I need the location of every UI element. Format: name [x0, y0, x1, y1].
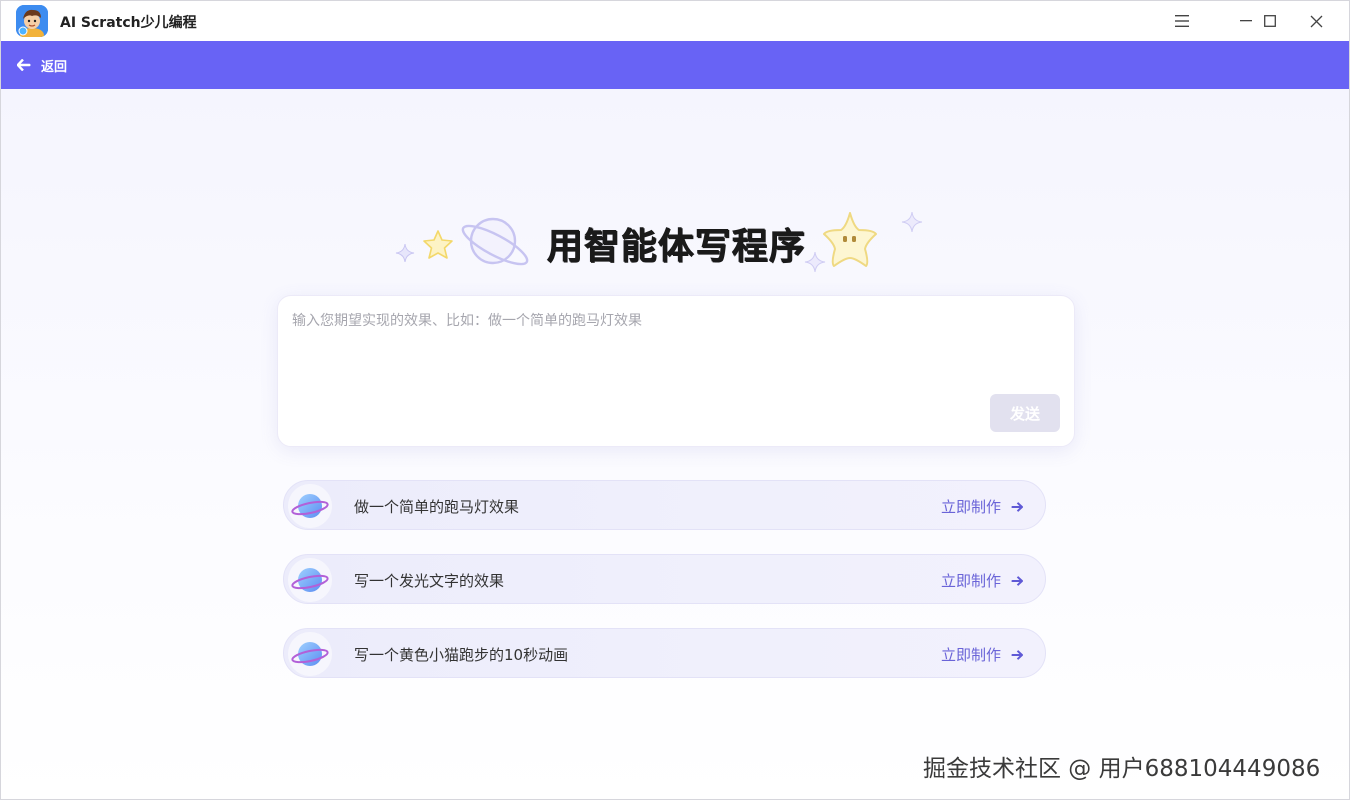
hamburger-icon [1175, 15, 1189, 27]
app-window: AI Scratch少儿编程 返回 用智能体写程序 输入您期望实现的效果、比如：… [0, 0, 1350, 800]
back-button[interactable]: 返回 [17, 55, 67, 75]
prompt-card: 发送 [277, 295, 1075, 447]
page-title: 用智能体写程序 [546, 226, 806, 267]
make-now-label: 立即制作 [940, 646, 1001, 664]
suggestion-item[interactable]: 写一个黄色小猫跑步的10秒动画 立即制作 [283, 628, 1046, 678]
prompt-input[interactable] [292, 310, 1062, 390]
arrow-right-icon [1011, 501, 1023, 512]
arrow-right-icon [1011, 575, 1023, 586]
smiling-star-icon [823, 212, 877, 267]
make-now-link[interactable]: 立即制作 [941, 570, 1023, 591]
suggestion-item[interactable]: 做一个简单的跑马灯效果 立即制作 [283, 480, 1046, 530]
close-button[interactable] [1293, 1, 1339, 41]
send-button[interactable]: 发送 [990, 394, 1060, 432]
kid-avatar-icon [16, 5, 48, 37]
main-content: 用智能体写程序 发送 [1, 89, 1349, 799]
maximize-icon [1264, 15, 1276, 27]
suggestion-label: 写一个发光文字的效果 [354, 572, 505, 590]
star-icon [423, 230, 453, 259]
suggestion-item[interactable]: 写一个发光文字的效果 立即制作 [283, 554, 1046, 604]
planet-icon [288, 484, 332, 528]
arrow-right-icon [1011, 649, 1023, 660]
sparkle-icon [901, 211, 923, 233]
close-icon [1310, 15, 1322, 27]
maximize-button[interactable] [1247, 1, 1293, 41]
title-bar: AI Scratch少儿编程 [1, 1, 1349, 41]
app-title: AI Scratch少儿编程 [60, 15, 197, 31]
suggestion-label: 做一个简单的跑马灯效果 [354, 498, 520, 516]
make-now-link[interactable]: 立即制作 [941, 496, 1023, 517]
make-now-label: 立即制作 [940, 498, 1001, 516]
planet-icon [461, 217, 529, 266]
watermark: 掘金技术社区 @ 用户688104449086 [923, 756, 1321, 782]
back-label: 返回 [41, 59, 68, 75]
planet-icon [288, 558, 332, 602]
suggestion-label: 写一个黄色小猫跑步的10秒动画 [354, 646, 569, 664]
arrow-left-icon [17, 59, 31, 71]
make-now-label: 立即制作 [940, 572, 1001, 590]
menu-button[interactable] [1159, 1, 1205, 41]
make-now-link[interactable]: 立即制作 [941, 644, 1023, 665]
nav-bar: 返回 [1, 41, 1349, 89]
sparkle-icon [395, 243, 415, 263]
planet-icon [288, 632, 332, 676]
